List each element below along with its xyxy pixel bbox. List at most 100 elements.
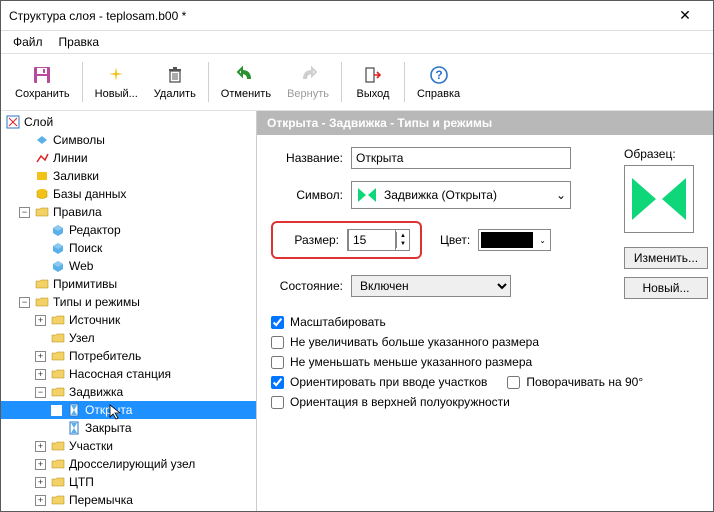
tree-pump[interactable]: +Насосная станция — [1, 365, 256, 383]
cb-rotate90[interactable]: Поворачивать на 90° — [507, 375, 643, 389]
cube-icon — [50, 258, 66, 274]
delete-button[interactable]: Удалить — [146, 61, 204, 103]
expand-icon[interactable]: + — [35, 477, 46, 488]
tree-valve[interactable]: −Задвижка — [1, 383, 256, 401]
cube-icon — [50, 222, 66, 238]
tree-search[interactable]: Поиск — [1, 239, 256, 257]
expand-icon[interactable]: + — [35, 441, 46, 452]
name-label: Название: — [271, 151, 343, 165]
chevron-down-icon[interactable]: ⌄ — [535, 236, 550, 245]
tree-source[interactable]: +Источник — [1, 311, 256, 329]
menu-file[interactable]: Файл — [7, 33, 49, 51]
hourglass-icon — [66, 420, 82, 436]
folder-icon — [50, 366, 66, 382]
sample-preview — [624, 165, 694, 233]
folder-icon — [50, 348, 66, 364]
tree-root[interactable]: Слой — [1, 113, 256, 131]
folder-icon — [34, 294, 50, 310]
color-picker[interactable]: ⌄ — [478, 229, 551, 251]
symbol-label: Символ: — [271, 188, 343, 202]
tree-fills[interactable]: Заливки — [1, 167, 256, 185]
cb-noshrink[interactable]: Не уменьшать меньше указанного размера — [271, 355, 699, 369]
folder-icon — [50, 510, 66, 511]
new-icon — [106, 64, 126, 86]
help-icon: ? — [429, 64, 449, 86]
tree-throttle[interactable]: +Дросселирующий узел — [1, 455, 256, 473]
folder-icon — [50, 456, 66, 472]
state-label: Состояние: — [271, 279, 343, 293]
folder-icon — [50, 330, 66, 346]
cb-orient-input[interactable]: Ориентировать при вводе участков — [271, 375, 487, 389]
size-input[interactable] — [348, 229, 396, 251]
sample-label: Образец: — [624, 147, 699, 161]
cb-scale[interactable]: Масштабировать — [271, 315, 699, 329]
exit-icon — [363, 64, 383, 86]
trash-icon — [165, 64, 185, 86]
expand-icon[interactable]: + — [35, 315, 46, 326]
redo-button[interactable]: Вернуть — [279, 61, 337, 103]
tree-rules[interactable]: −Правила — [1, 203, 256, 221]
size-spinner[interactable]: ▲▼ — [347, 229, 410, 251]
svg-text:?: ? — [435, 68, 442, 82]
tree-databases[interactable]: Базы данных — [1, 185, 256, 203]
tree-web[interactable]: Web — [1, 257, 256, 275]
chevron-down-icon[interactable]: ⌄ — [556, 188, 566, 202]
layer-tree[interactable]: Слой Символы Линии Заливки Базы данных −… — [1, 111, 257, 511]
expand-icon[interactable]: + — [35, 369, 46, 380]
spinner-up-icon[interactable]: ▲ — [397, 232, 409, 240]
collapse-icon[interactable]: − — [19, 297, 30, 308]
new-button-panel[interactable]: Новый... — [624, 277, 708, 299]
fill-icon — [34, 168, 50, 184]
new-button[interactable]: Новый... — [87, 61, 146, 103]
tree-valve-closed[interactable]: Закрыта — [1, 419, 256, 437]
size-highlight: Размер: ▲▼ — [271, 221, 422, 259]
expand-icon[interactable]: + — [35, 351, 46, 362]
symbol-icon — [34, 132, 50, 148]
collapse-icon[interactable]: − — [35, 387, 46, 398]
tree-editor[interactable]: Редактор — [1, 221, 256, 239]
folder-icon — [34, 204, 50, 220]
tree-ctp[interactable]: +ЦТП — [1, 473, 256, 491]
spinner-down-icon[interactable]: ▼ — [397, 240, 409, 248]
tree-areas[interactable]: +Участки — [1, 437, 256, 455]
folder-icon — [50, 438, 66, 454]
layer-icon — [5, 114, 21, 130]
edit-button[interactable]: Изменить... — [624, 247, 708, 269]
tree-lines[interactable]: Линии — [1, 149, 256, 167]
name-input[interactable] — [351, 147, 571, 169]
cb-nogrow[interactable]: Не увеличивать больше указанного размера — [271, 335, 699, 349]
undo-button[interactable]: Отменить — [213, 61, 279, 103]
tree-valve-open[interactable]: Открыта — [1, 401, 256, 419]
folder-icon — [50, 492, 66, 508]
folder-icon — [50, 474, 66, 490]
folder-icon — [50, 312, 66, 328]
bowtie-icon — [356, 186, 378, 204]
expand-icon[interactable]: + — [35, 459, 46, 470]
folder-icon — [50, 384, 66, 400]
cb-orient-upper[interactable]: Ориентация в верхней полуокружности — [271, 395, 699, 409]
exit-button[interactable]: Выход — [346, 61, 400, 103]
tree-gen-consumer[interactable]: +Обобщенный потребитель — [1, 509, 256, 511]
state-select[interactable]: Включен — [351, 275, 511, 297]
window-title: Структура слоя - teplosam.b00 * — [9, 9, 665, 23]
redo-icon — [298, 64, 318, 86]
tree-jumper[interactable]: +Перемычка — [1, 491, 256, 509]
help-button[interactable]: ? Справка — [409, 61, 468, 103]
symbol-select[interactable]: Задвижка (Открыта) ⌄ — [351, 181, 571, 209]
tree-symbols[interactable]: Символы — [1, 131, 256, 149]
tree-node[interactable]: Узел — [1, 329, 256, 347]
tree-types-modes[interactable]: −Типы и режимы — [1, 293, 256, 311]
expand-icon[interactable]: + — [35, 495, 46, 506]
color-swatch — [481, 232, 533, 248]
save-icon — [32, 64, 52, 86]
cube-icon — [50, 240, 66, 256]
collapse-icon[interactable]: − — [19, 207, 30, 218]
line-icon — [34, 150, 50, 166]
tree-primitives[interactable]: Примитивы — [1, 275, 256, 293]
menu-edit[interactable]: Правка — [53, 33, 106, 51]
folder-icon — [34, 276, 50, 292]
tree-consumer[interactable]: +Потребитель — [1, 347, 256, 365]
save-button[interactable]: Сохранить — [7, 61, 78, 103]
close-button[interactable]: ✕ — [665, 7, 705, 24]
hourglass-icon — [66, 402, 82, 418]
